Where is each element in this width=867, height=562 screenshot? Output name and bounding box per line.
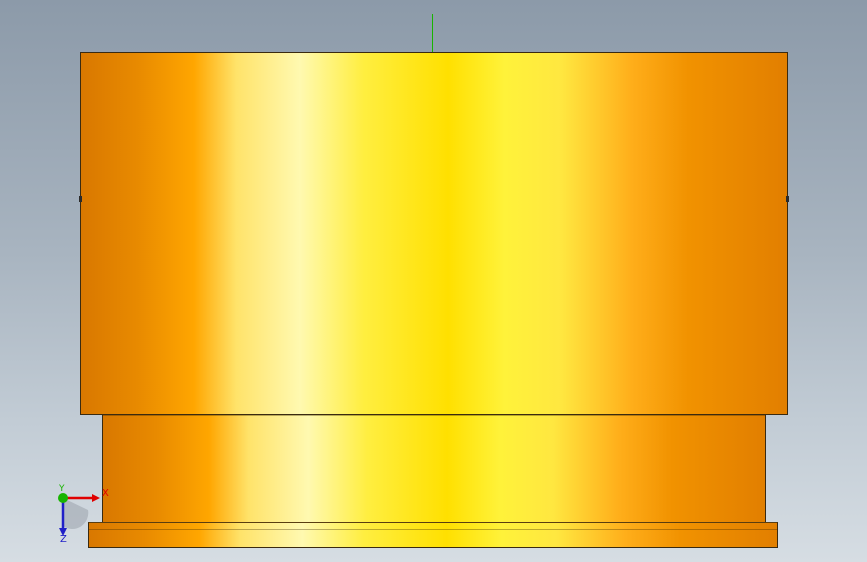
triad-y-label: Y — [59, 484, 65, 494]
silhouette-edge-mark-left — [79, 196, 82, 202]
silhouette-edge-mark-right — [786, 196, 789, 202]
origin-y-axis-line — [432, 14, 433, 53]
part-upper-cylinder-face[interactable] — [79, 52, 789, 415]
triad-y-axis-dot — [58, 493, 68, 503]
triad-z-label: Z — [60, 534, 67, 545]
part-middle-cylinder-face[interactable] — [102, 414, 766, 524]
reference-triad: X Y Z — [48, 480, 118, 550]
middle-band-top-edge — [103, 415, 765, 416]
triad-plane-shading — [63, 498, 89, 529]
flange-chamfer-edge — [89, 529, 777, 530]
triad-x-label: X — [102, 488, 109, 499]
triad-x-arrowhead — [92, 494, 100, 502]
graphics-viewport[interactable]: X Y Z — [0, 0, 867, 562]
part-base-flange-face[interactable] — [88, 522, 778, 548]
